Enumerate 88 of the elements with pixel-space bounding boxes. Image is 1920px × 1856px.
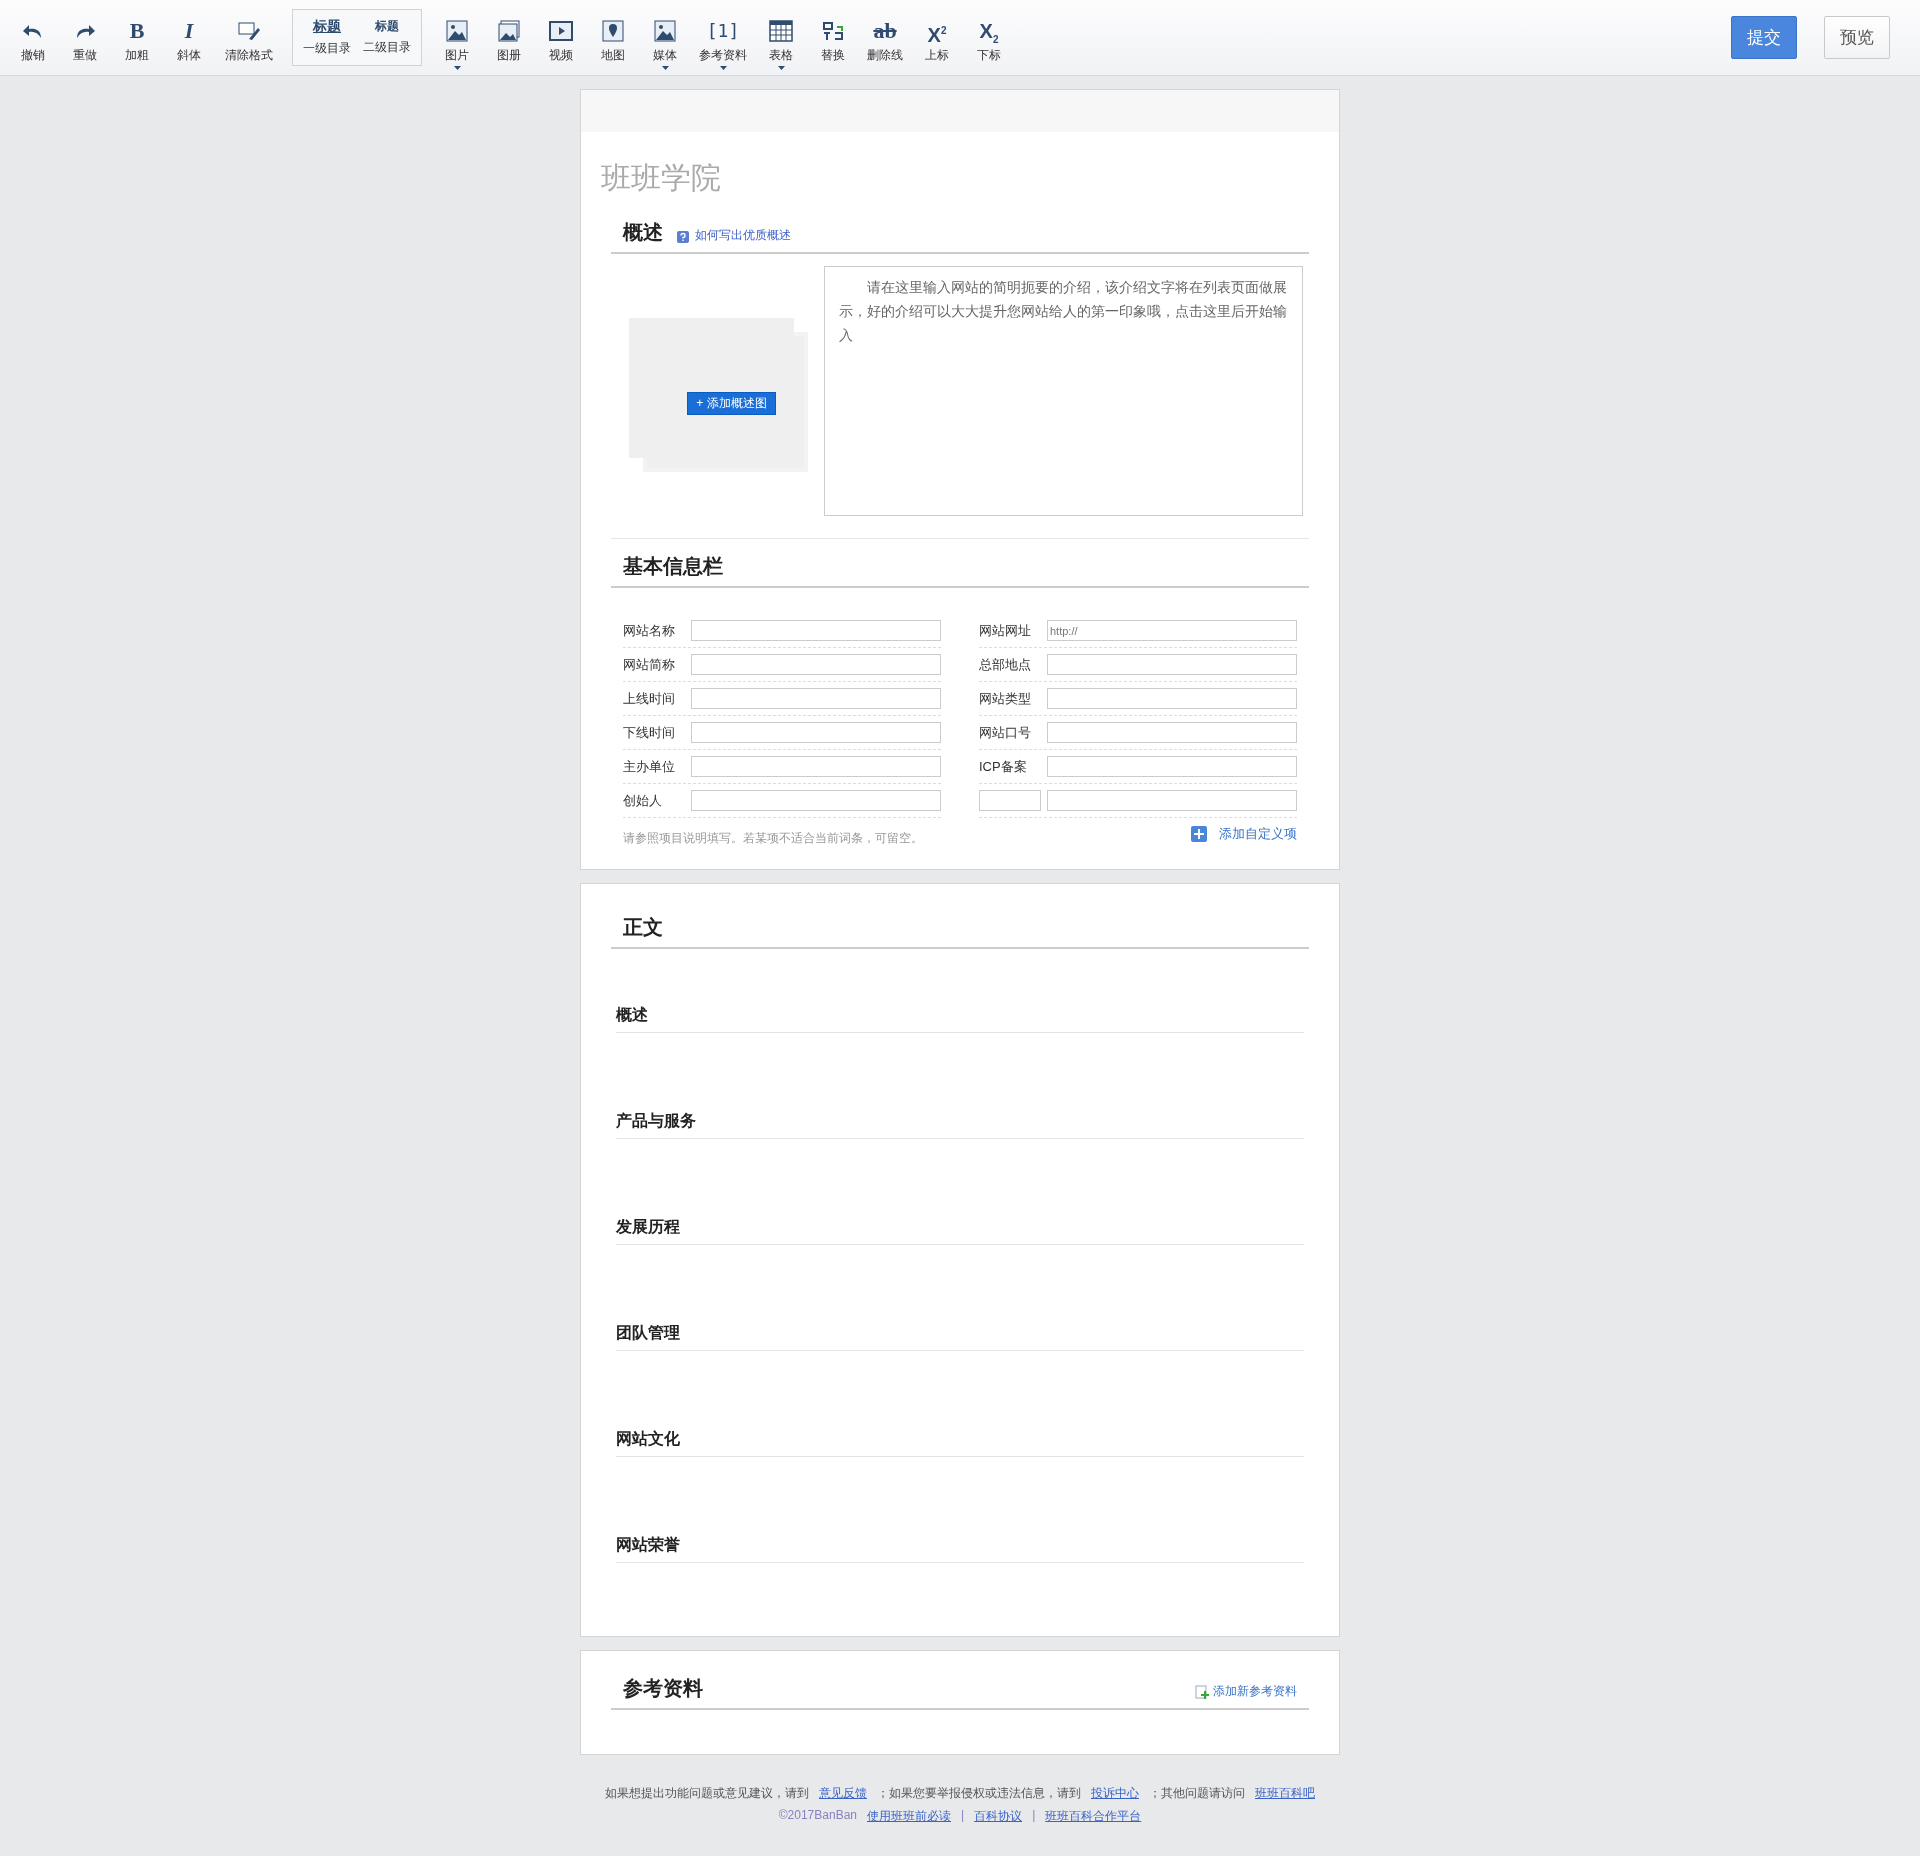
input-field[interactable] — [1047, 722, 1297, 743]
toolbar-button[interactable]: 媒体 — [640, 4, 690, 71]
field-label: 网站网址 — [979, 621, 1031, 640]
field-label: 创始人 — [623, 791, 662, 810]
input-field[interactable] — [1047, 790, 1297, 811]
body-section-heading: 网站荣誉 — [616, 1535, 1304, 1563]
separator: | — [1032, 1808, 1036, 1824]
field-label: 网站口号 — [979, 723, 1031, 742]
input-field[interactable]: http:// — [1047, 620, 1297, 641]
toolbar-button[interactable]: 表格 — [756, 4, 806, 71]
footer-link[interactable]: 班班百科吧 — [1255, 1785, 1315, 1802]
toolbar-button[interactable]: 撤销 — [8, 4, 58, 71]
input-field[interactable] — [691, 620, 941, 641]
body-section-heading: 团队管理 — [616, 1323, 1304, 1351]
add-custom-button[interactable]: 添加自定义项 — [1191, 824, 1297, 843]
field-label: 总部地点 — [979, 655, 1031, 674]
section-heading: 基本信息栏 — [623, 554, 723, 579]
bold-icon: B — [129, 18, 145, 43]
description-field[interactable]: 请在这里输入网站的简明扼要的介绍，该介绍文字将在列表页面做展示，好的介绍可以大大提升您网站给人的第一印象哦，点击这里后开始输入 — [824, 266, 1303, 516]
film-icon — [549, 18, 573, 43]
input-field[interactable] — [691, 688, 941, 709]
strikethrough-icon: ab — [873, 18, 897, 43]
toolbar-button[interactable]: 视频 — [536, 4, 586, 71]
body-section-heading: 发展历程 — [616, 1217, 1304, 1245]
heading-button[interactable]: 标题 二级目录 — [357, 14, 417, 61]
image-icon — [445, 18, 469, 43]
custom-label-field[interactable] — [979, 790, 1041, 811]
toolbar-button[interactable]: 地图 — [588, 4, 638, 71]
heading-button[interactable]: 标题 一级目录 — [297, 14, 357, 61]
gallery-icon — [497, 18, 521, 43]
toolbar-button[interactable]: I 斜体 — [164, 4, 214, 71]
field-label: 网站类型 — [979, 689, 1031, 708]
add-reference-link[interactable]: 添加新参考资料 — [1195, 1683, 1297, 1700]
help-icon — [677, 231, 689, 243]
footer-link[interactable]: 意见反馈 — [819, 1785, 867, 1802]
field-label: 主办单位 — [623, 757, 675, 776]
field-label: ICP备案 — [979, 757, 1027, 776]
submit-button[interactable]: 提交 — [1731, 16, 1797, 59]
plus-icon — [1191, 825, 1207, 842]
field-label: 网站名称 — [623, 621, 675, 640]
input-field[interactable] — [691, 722, 941, 743]
field-label: 网站简称 — [623, 655, 675, 674]
footer-text: ；如果您要举报侵权或违法信息，请到 — [877, 1785, 1081, 1802]
table-icon — [769, 18, 793, 43]
footer-link[interactable]: 班班百科合作平台 — [1045, 1808, 1142, 1825]
preview-button[interactable]: 预览 — [1824, 16, 1890, 59]
input-field[interactable] — [1047, 654, 1297, 675]
toolbar-button[interactable]: 图册 — [484, 4, 534, 71]
media-icon — [653, 18, 677, 43]
field-label: 下线时间 — [623, 723, 675, 742]
citation-icon: [1] — [706, 18, 740, 43]
map-pin-icon — [601, 18, 625, 43]
form-hint: 请参照项目说明填写。若某项不适合当前词条，可留空。 — [623, 830, 923, 847]
body-section-heading: 产品与服务 — [616, 1111, 1304, 1139]
superscript-icon: X$^{2}$ — [927, 18, 947, 43]
input-field[interactable] — [1047, 688, 1297, 709]
body-section-heading: 概述 — [616, 1005, 1304, 1033]
toolbar-button[interactable]: 清除格式 — [216, 4, 282, 71]
input-field[interactable] — [691, 790, 941, 811]
toolbar-button[interactable]: [1] 参考资料 — [692, 4, 754, 71]
toolbar-button[interactable]: X$_{2}$ 下标 — [964, 4, 1014, 71]
body-section-heading: 网站文化 — [616, 1429, 1304, 1457]
input-field[interactable] — [691, 654, 941, 675]
field-label: 上线时间 — [623, 689, 675, 708]
entry-title: 班班学院 — [601, 160, 722, 196]
toolbar-button[interactable]: 重做 — [60, 4, 110, 71]
footer-text: ；其他问题请访问 — [1149, 1785, 1245, 1802]
subscript-icon: X$_{2}$ — [979, 18, 999, 43]
copyright-text: ©2017BanBan — [778, 1808, 857, 1824]
section-heading: 参考资料 — [623, 1676, 703, 1701]
separator: | — [961, 1808, 965, 1824]
toolbar-button[interactable]: B 加粗 — [112, 4, 162, 71]
footer-link[interactable]: 使用班班前必读 — [867, 1808, 951, 1825]
help-link[interactable]: 如何写出优质概述 — [695, 227, 791, 244]
section-heading: 正文 — [623, 915, 663, 940]
footer-link[interactable]: 投诉中心 — [1091, 1785, 1139, 1802]
add-document-icon — [1195, 1684, 1209, 1699]
input-field[interactable] — [1047, 756, 1297, 777]
footer-text: 如果想提出功能问题或意见建议，请到 — [605, 1785, 809, 1802]
toolbar-button[interactable]: ab 删除线 — [860, 4, 910, 71]
input-field[interactable] — [691, 756, 941, 777]
toolbar-button[interactable]: X$^{2}$ 上标 — [912, 4, 962, 71]
italic-icon: I — [184, 18, 194, 43]
toolbar-button[interactable]: 图片 — [432, 4, 482, 71]
footer-link[interactable]: 百科协议 — [974, 1808, 1023, 1825]
toolbar-button[interactable]: 替换 — [808, 4, 858, 71]
add-image-button[interactable]: + 添加概述图 — [687, 391, 776, 415]
section-heading: 概述 — [623, 220, 663, 245]
